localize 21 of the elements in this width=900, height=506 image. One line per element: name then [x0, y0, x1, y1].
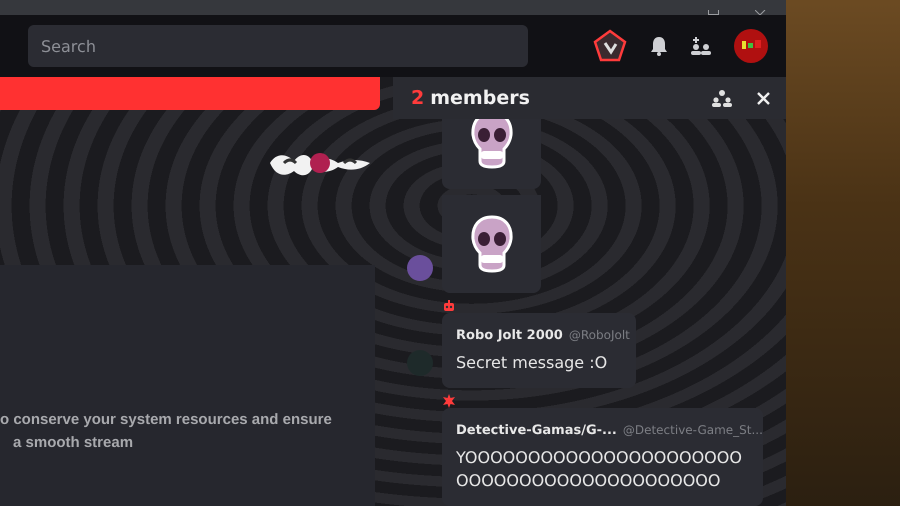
add-user-icon[interactable]	[690, 36, 712, 56]
robot-icon	[442, 299, 456, 313]
skull-sticker	[468, 215, 514, 273]
author-handle: @RoboJolt	[568, 328, 630, 342]
user-avatar[interactable]	[734, 29, 768, 63]
members-label: members	[430, 87, 530, 109]
bell-icon[interactable]	[650, 36, 668, 56]
members-group-icon[interactable]	[711, 89, 733, 107]
search-field[interactable]: Search	[28, 25, 528, 67]
member-count: 2	[411, 87, 424, 109]
stream-notice-text: o conserve your system resources and ensure	[0, 410, 332, 430]
author-handle: @Detective-Game_St...	[622, 423, 763, 437]
author-name: Detective-Gamas/G-...	[456, 423, 617, 438]
skull-sticker	[468, 119, 514, 169]
maximize-icon[interactable]	[708, 10, 719, 15]
author-name: Robo Jolt 2000	[456, 328, 563, 343]
stream-notice-text: a smooth stream	[12, 433, 134, 453]
message-text: Secret message :O	[456, 352, 608, 374]
burst-icon	[442, 394, 456, 408]
message-text: YOOOOOOOOOOOOOOOOOOOOOOOOOOOOOOOOOOOOOOOOOOO	[456, 447, 743, 492]
pentagon-logo-icon[interactable]	[592, 28, 628, 64]
